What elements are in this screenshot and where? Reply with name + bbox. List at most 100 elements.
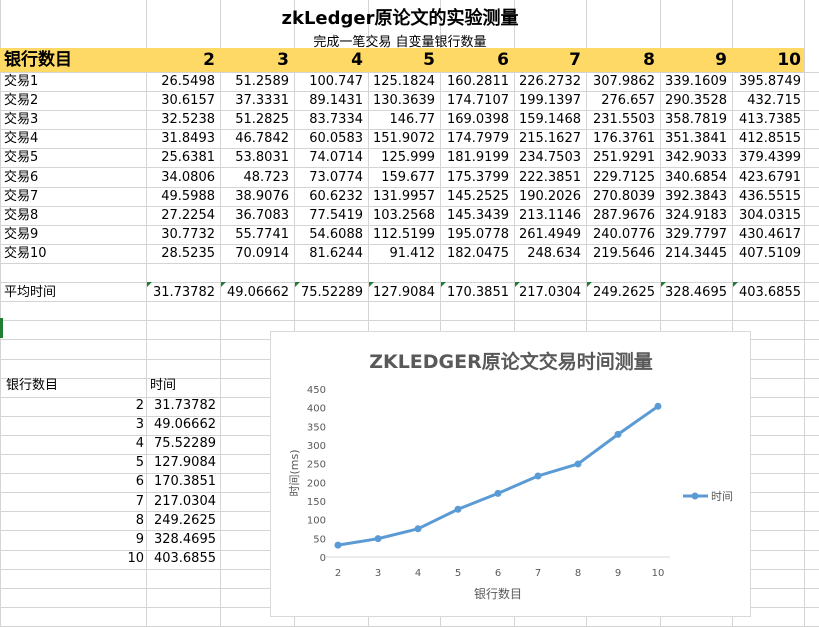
table-cell[interactable]: 32.5238 — [143, 110, 215, 129]
summary-header-banks[interactable]: 银行数目 — [6, 376, 58, 395]
row-label[interactable]: 交易9 — [4, 225, 38, 244]
header-row[interactable]: 银行数目 2 3 4 5 6 7 8 9 10 — [0, 48, 804, 72]
header-bank-count-9[interactable]: 9 — [657, 48, 727, 72]
table-cell[interactable]: 392.3843 — [655, 187, 727, 206]
table-cell[interactable]: 174.7107 — [437, 91, 509, 110]
summary-time[interactable]: 249.2625 — [146, 511, 216, 530]
row-label[interactable]: 交易2 — [4, 91, 38, 110]
table-cell[interactable]: 436.5515 — [729, 187, 801, 206]
summary-bank-count[interactable]: 5 — [74, 453, 144, 472]
header-bank-count-label[interactable]: 银行数目 — [4, 48, 72, 72]
table-cell[interactable]: 125.1824 — [363, 72, 435, 91]
table-cell[interactable]: 145.3439 — [437, 206, 509, 225]
table-cell[interactable]: 219.5646 — [583, 244, 655, 263]
row-label[interactable]: 交易10 — [4, 244, 47, 263]
summary-time[interactable]: 49.06662 — [146, 415, 216, 434]
row-label[interactable]: 平均时间 — [4, 283, 56, 302]
header-bank-count-10[interactable]: 10 — [731, 48, 801, 72]
table-cell[interactable]: 159.1468 — [509, 110, 581, 129]
table-cell[interactable]: 100.747 — [291, 72, 363, 91]
summary-bank-count[interactable]: 9 — [74, 530, 144, 549]
table-cell[interactable]: 145.2525 — [437, 187, 509, 206]
summary-time[interactable]: 31.73782 — [146, 396, 216, 415]
summary-time[interactable]: 403.6855 — [146, 549, 216, 568]
table-cell[interactable]: 176.3761 — [583, 129, 655, 148]
table-cell[interactable]: 31.73782 — [143, 283, 215, 302]
table-cell[interactable]: 195.0778 — [437, 225, 509, 244]
header-bank-count-5[interactable]: 5 — [365, 48, 435, 72]
table-cell[interactable]: 249.2625 — [583, 283, 655, 302]
table-cell[interactable]: 174.7979 — [437, 129, 509, 148]
table-cell[interactable]: 74.0714 — [291, 148, 363, 167]
table-cell[interactable]: 213.1146 — [509, 206, 581, 225]
summary-time[interactable]: 217.0304 — [146, 492, 216, 511]
table-cell[interactable]: 46.7842 — [217, 129, 289, 148]
table-cell[interactable]: 324.9183 — [655, 206, 727, 225]
table-cell[interactable]: 30.6157 — [143, 91, 215, 110]
table-cell[interactable]: 215.1627 — [509, 129, 581, 148]
table-cell[interactable]: 407.5109 — [729, 244, 801, 263]
table-cell[interactable]: 34.0806 — [143, 168, 215, 187]
header-bank-count-8[interactable]: 8 — [585, 48, 655, 72]
table-cell[interactable]: 430.4617 — [729, 225, 801, 244]
header-bank-count-2[interactable]: 2 — [145, 48, 215, 72]
sheet-title[interactable]: zkLedger原论文的实验测量 — [0, 4, 800, 30]
summary-bank-count[interactable]: 4 — [74, 434, 144, 453]
summary-time[interactable]: 127.9084 — [146, 453, 216, 472]
table-cell[interactable]: 51.2589 — [217, 72, 289, 91]
row-label[interactable]: 交易3 — [4, 110, 38, 129]
table-cell[interactable]: 91.412 — [363, 244, 436, 263]
table-cell[interactable]: 131.9957 — [363, 187, 435, 206]
table-cell[interactable]: 403.6855 — [729, 283, 801, 302]
table-cell[interactable]: 248.634 — [509, 244, 581, 263]
table-cell[interactable]: 287.9676 — [583, 206, 655, 225]
table-cell[interactable]: 190.2026 — [509, 187, 581, 206]
table-cell[interactable]: 77.5419 — [291, 206, 363, 225]
table-cell[interactable]: 160.2811 — [437, 72, 509, 91]
table-cell[interactable]: 73.0774 — [291, 168, 363, 187]
row-label[interactable]: 交易1 — [4, 72, 38, 91]
table-cell[interactable]: 25.6381 — [143, 148, 215, 167]
table-cell[interactable]: 423.6791 — [729, 168, 801, 187]
table-cell[interactable]: 231.5503 — [583, 110, 655, 129]
table-cell[interactable]: 103.2568 — [363, 206, 435, 225]
table-cell[interactable]: 31.8493 — [143, 129, 215, 148]
line-chart[interactable]: ZKLEDGER原论文交易时间测量 0 50 100 150 200 250 300 350 40… — [270, 331, 751, 617]
table-cell[interactable]: 358.7819 — [655, 110, 727, 129]
table-cell[interactable]: 214.3445 — [655, 244, 727, 263]
table-cell[interactable]: 49.06662 — [217, 283, 289, 302]
table-cell[interactable]: 276.657 — [583, 91, 655, 110]
table-cell[interactable]: 75.52289 — [291, 283, 363, 302]
row-label[interactable]: 交易5 — [4, 148, 38, 167]
row-label[interactable]: 交易6 — [4, 168, 38, 187]
table-cell[interactable]: 30.7732 — [143, 225, 215, 244]
table-cell[interactable]: 261.4949 — [509, 225, 581, 244]
table-cell[interactable]: 340.6854 — [655, 168, 727, 187]
table-cell[interactable]: 28.5235 — [143, 244, 215, 263]
table-cell[interactable]: 413.7385 — [729, 110, 801, 129]
table-cell[interactable]: 27.2254 — [143, 206, 215, 225]
row-label[interactable]: 交易4 — [4, 129, 38, 148]
summary-bank-count[interactable]: 8 — [74, 511, 144, 530]
table-cell[interactable]: 49.5988 — [143, 187, 215, 206]
table-cell[interactable]: 151.9072 — [363, 129, 435, 148]
summary-bank-count[interactable]: 10 — [74, 549, 144, 568]
header-bank-count-7[interactable]: 7 — [511, 48, 581, 72]
table-cell[interactable]: 48.723 — [217, 168, 290, 187]
header-bank-count-3[interactable]: 3 — [219, 48, 289, 72]
table-cell[interactable]: 83.7334 — [291, 110, 363, 129]
table-cell[interactable]: 342.9033 — [655, 148, 727, 167]
table-cell[interactable]: 55.7741 — [217, 225, 289, 244]
table-cell[interactable]: 395.8749 — [729, 72, 801, 91]
table-cell[interactable]: 60.6232 — [291, 187, 363, 206]
table-cell[interactable]: 169.0398 — [437, 110, 509, 129]
table-cell[interactable]: 51.2825 — [217, 110, 289, 129]
table-cell[interactable]: 170.3851 — [437, 283, 509, 302]
table-cell[interactable]: 222.3851 — [509, 168, 581, 187]
table-cell[interactable]: 251.9291 — [583, 148, 655, 167]
summary-time[interactable]: 170.3851 — [146, 472, 216, 491]
summary-time[interactable]: 75.52289 — [146, 434, 216, 453]
table-cell[interactable]: 270.8039 — [583, 187, 655, 206]
table-cell[interactable]: 290.3528 — [655, 91, 727, 110]
table-cell[interactable]: 229.7125 — [583, 168, 655, 187]
